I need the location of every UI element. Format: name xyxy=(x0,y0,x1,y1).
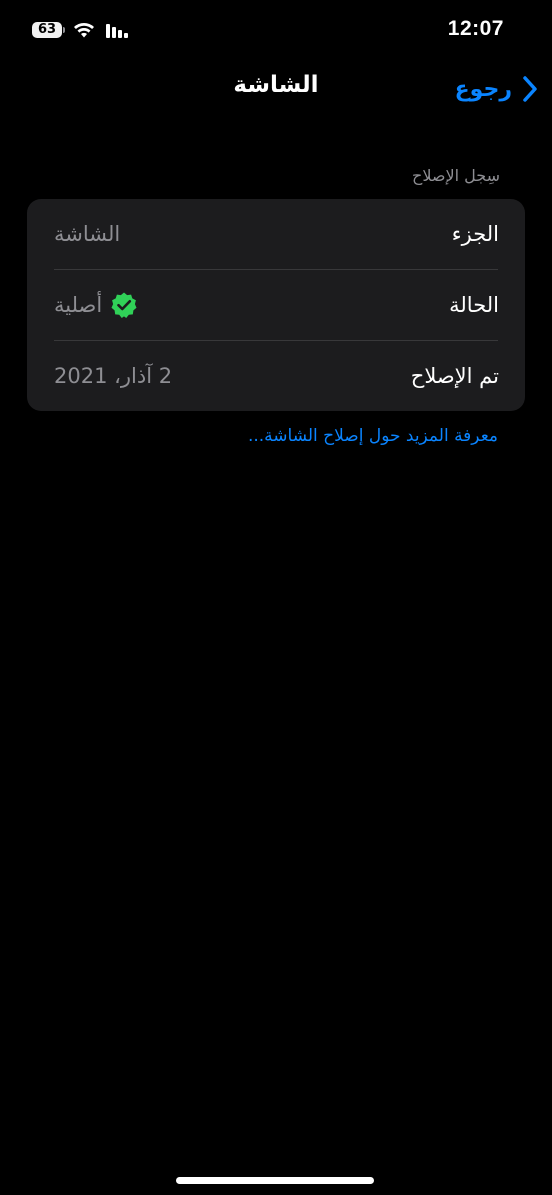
chevron-right-icon xyxy=(523,76,537,102)
status-value: أصلية xyxy=(54,293,103,317)
row-value: 2 آذار، 2021 xyxy=(54,341,172,411)
clock: 12:07 xyxy=(447,17,504,40)
verified-badge-icon xyxy=(111,292,137,318)
navigation-bar: الشاشة رجوع xyxy=(0,62,552,114)
repaired-date-value: 2 آذار، 2021 xyxy=(54,364,173,388)
row-value: أصلية xyxy=(54,270,138,340)
battery-tip xyxy=(63,27,65,33)
battery-icon: 63 xyxy=(32,22,62,38)
learn-more-link[interactable]: معرفة المزيد حول إصلاح الشاشة... xyxy=(248,426,498,446)
cellular-signal-icon xyxy=(106,24,128,38)
row-label: تم الإصلاح xyxy=(410,364,499,388)
home-indicator[interactable] xyxy=(176,1177,374,1184)
section-header: سِجل الإصلاح xyxy=(412,166,500,185)
row-label: الحالة xyxy=(449,293,499,317)
row-part: الجزء الشاشة xyxy=(27,199,525,269)
repair-history-card: الجزء الشاشة الحالة أصلية تم الإصلاح 2 آ… xyxy=(27,199,525,411)
row-label: الجزء xyxy=(451,222,499,246)
back-label: رجوع xyxy=(454,76,512,102)
wifi-icon xyxy=(74,23,94,38)
part-value: الشاشة xyxy=(54,222,121,246)
battery-level: 63 xyxy=(37,22,57,37)
back-button[interactable]: رجوع xyxy=(455,72,538,106)
row-repaired-date: تم الإصلاح 2 آذار، 2021 xyxy=(27,341,525,411)
status-bar: 63 12:07 xyxy=(0,0,552,62)
row-value: الشاشة xyxy=(54,199,120,269)
row-status: الحالة أصلية xyxy=(27,270,525,340)
